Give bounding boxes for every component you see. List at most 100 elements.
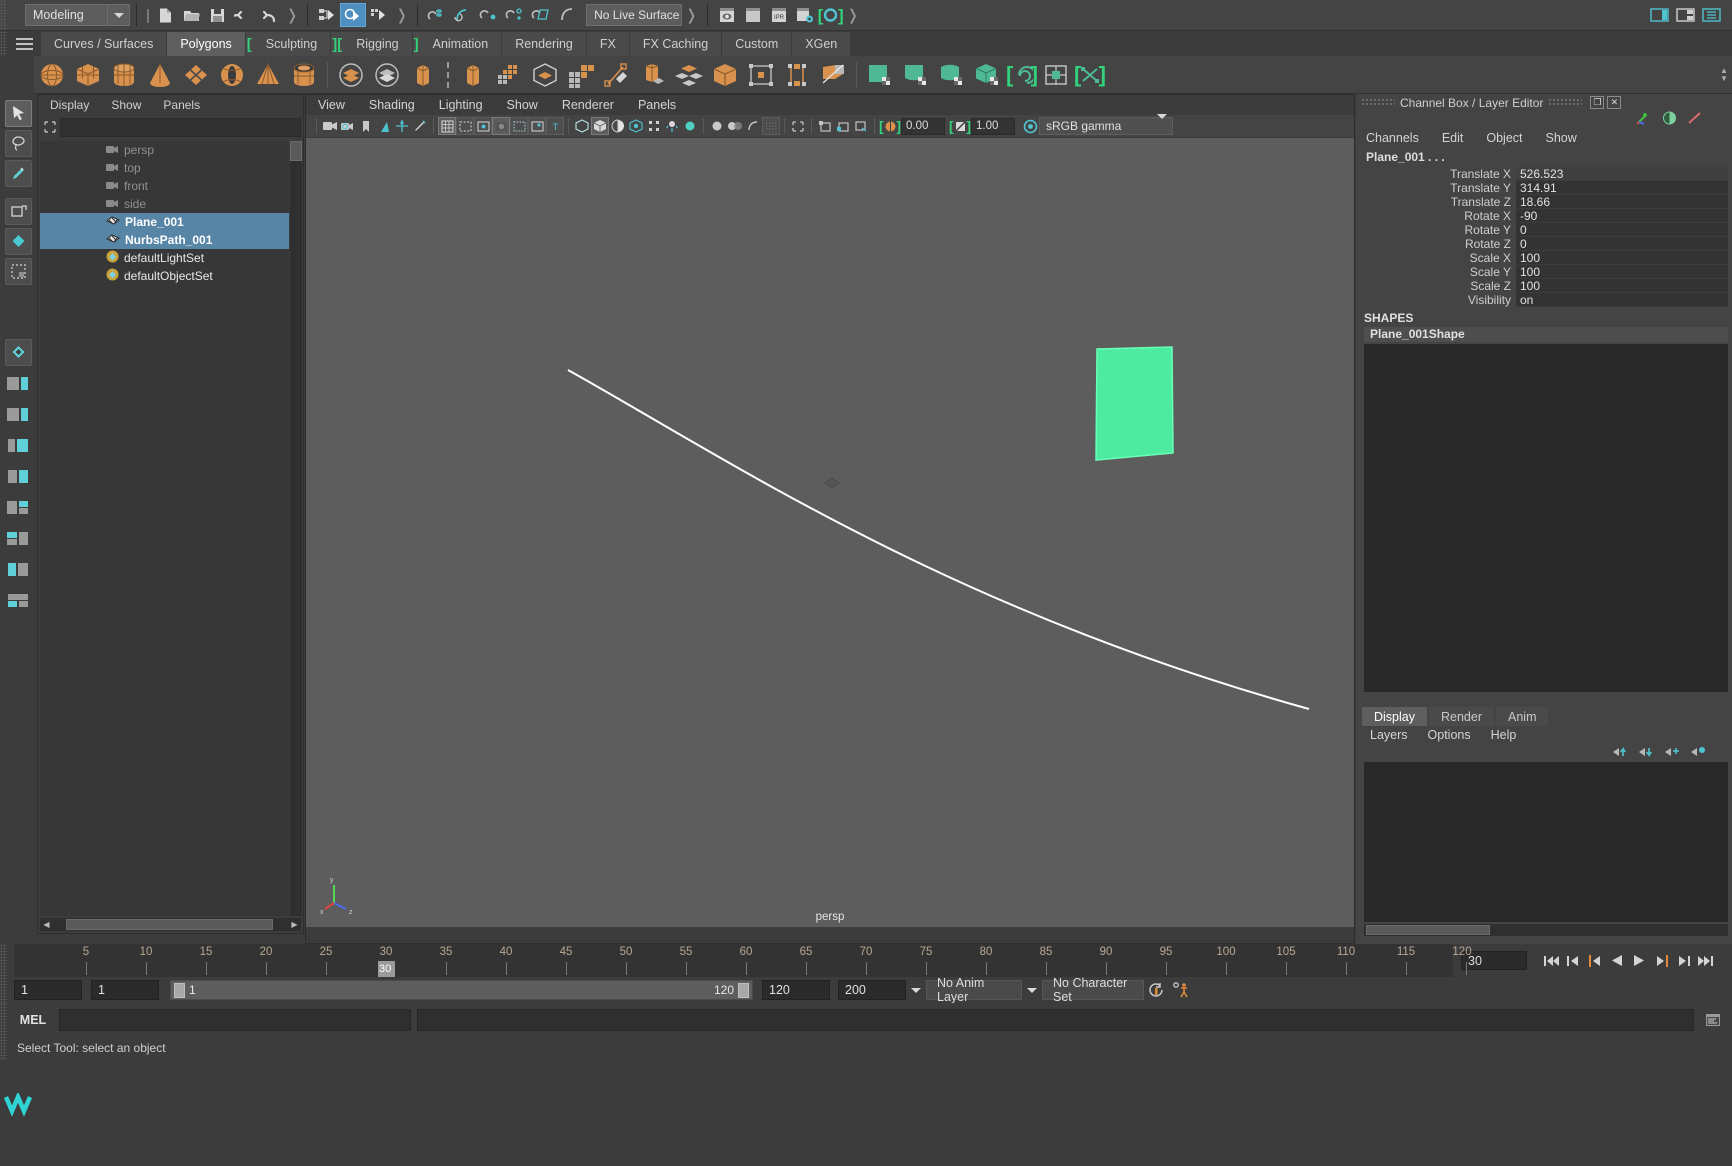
animation-start-field[interactable]: 1 [14,980,82,1000]
channel-row-scale-y[interactable]: Scale Y 100 [1356,265,1732,279]
resolution-gate-icon[interactable] [474,117,492,135]
viewport-menu-shading[interactable]: Shading [369,98,415,112]
animation-end-field[interactable]: 200 [838,980,906,1000]
outliner-item-defaultlightset[interactable]: defaultLightSet [40,249,289,267]
use-all-lights-icon[interactable] [645,117,663,135]
select-camera-icon[interactable] [321,117,339,135]
move-layer-down-icon[interactable] [1638,746,1654,761]
viewport-menu-panels[interactable]: Panels [638,98,676,112]
channel-row-visibility[interactable]: Visibility on [1356,293,1732,307]
layer-list-empty-area[interactable] [1364,762,1728,922]
smooth-proxy-icon[interactable] [527,58,563,92]
gamma-value-field[interactable]: 1.00 [971,117,1015,135]
new-layer-icon[interactable] [1690,746,1706,761]
outliner-item-front[interactable]: front [40,177,289,195]
film-origin-icon[interactable] [510,117,528,135]
poly-cone-icon[interactable] [142,58,178,92]
channel-value[interactable]: 314.91 [1516,181,1728,195]
gate-mask-icon[interactable] [492,117,510,135]
range-end-field[interactable]: 120 [762,980,830,1000]
undo-icon[interactable] [231,3,257,27]
panel-drag-dots-right[interactable] [1548,98,1583,107]
poly-pipe-icon[interactable] [286,58,322,92]
channel-box-shape-name[interactable]: Plane_001Shape [1364,327,1728,342]
snap-to-point-icon[interactable] [476,3,502,27]
outliner-horizontal-scrollbar[interactable]: ◀ ▶ [40,918,301,931]
new-scene-icon[interactable] [153,3,179,27]
uv-spherical-mapping-icon[interactable] [934,58,970,92]
step-back-keyframe-icon[interactable] [1563,950,1583,972]
poly-torus-icon[interactable] [214,58,250,92]
snap-to-view-plane-icon[interactable] [528,3,554,27]
wireframe-icon[interactable] [573,117,591,135]
uv-grid-icon[interactable] [1038,58,1074,92]
bookmark-icon[interactable] [357,117,375,135]
uv-cylindrical-mapping-icon[interactable] [898,58,934,92]
channel-row-scale-x[interactable]: Scale X 100 [1356,251,1732,265]
last-tool-icon[interactable] [4,339,32,366]
range-slider-drag-handle[interactable] [0,977,7,1003]
layer-menu-options[interactable]: Options [1428,728,1471,742]
channel-row-rotate-x[interactable]: Rotate X -90 [1356,209,1732,223]
combine-icon[interactable] [333,58,369,92]
snap-edge-icon[interactable] [834,117,852,135]
shelf-menu-icon[interactable] [7,31,41,56]
color-management-icon[interactable] [1021,117,1039,135]
menu-set-selector[interactable]: Modeling [25,4,130,26]
shade-wireframe-icon[interactable] [609,117,627,135]
make-live-icon[interactable] [554,3,580,27]
outliner-item-persp[interactable]: persp [40,141,289,159]
filter-icon[interactable] [40,118,60,136]
go-to-end-icon[interactable] [1695,950,1715,972]
layer-menu-layers[interactable]: Layers [1370,728,1408,742]
select-by-component-icon[interactable] [366,3,392,27]
wedge-face-icon[interactable] [743,58,779,92]
open-scene-icon[interactable] [179,3,205,27]
ipr-render-icon[interactable]: IPR [766,3,792,27]
viewport-menu-view[interactable]: View [318,98,345,112]
collapse-chevron-1[interactable]: ❭ [283,6,302,24]
command-line-drag-handle[interactable] [0,1003,7,1036]
outliner-item-side[interactable]: side [40,195,289,213]
viewport-menu-show[interactable]: Show [507,98,538,112]
channel-value[interactable]: 0 [1516,223,1728,237]
move-layer-up-icon[interactable] [1612,746,1628,761]
multi-cut-icon[interactable] [599,58,635,92]
poly-plane-icon[interactable] [178,58,214,92]
channel-row-scale-z[interactable]: Scale Z 100 [1356,279,1732,293]
tab-render[interactable]: Render [1429,707,1494,726]
shelf-tab-sculpting[interactable]: Sculpting [252,32,332,56]
channel-box-menu-channels[interactable]: Channels [1366,131,1419,145]
channel-value[interactable]: 100 [1516,279,1728,293]
shelf-tab-curves-surfaces[interactable]: Curves / Surfaces [41,32,168,56]
channel-row-translate-y[interactable]: Translate Y 314.91 [1356,181,1732,195]
outliner-layout-icon[interactable] [5,494,32,521]
render-current-frame-icon[interactable] [740,3,766,27]
shelf-tab-fx[interactable]: FX [586,32,630,56]
channel-row-translate-z[interactable]: Translate Z 18.66 [1356,195,1732,209]
outliner-menu-display[interactable]: Display [50,98,89,112]
three-pane-layout-icon[interactable] [5,432,32,459]
redo-icon[interactable] [257,3,283,27]
range-bar[interactable]: 1 120 [170,980,753,1000]
scale-tool-icon[interactable] [4,258,32,285]
outliner-vertical-scroll-thumb[interactable] [290,141,302,161]
chevron-down-icon[interactable] [1157,114,1167,133]
select-by-object-icon[interactable] [340,3,367,27]
render-view-icon[interactable] [714,3,740,27]
shelf-drag-handle[interactable] [0,31,7,56]
outliner-tree[interactable]: persp top front side Plane_001 NurbsPath… [40,141,289,916]
step-forward-keyframe-icon[interactable] [1673,950,1693,972]
paint-select-tool-icon[interactable] [4,160,32,187]
outliner-menu-show[interactable]: Show [111,98,141,112]
channel-box-menu-show[interactable]: Show [1546,131,1577,145]
outliner-item-nurbspath-001[interactable]: NurbsPath_001 [40,231,289,249]
extrude-icon[interactable] [405,58,441,92]
channel-value[interactable]: on [1516,293,1728,307]
poly-cube-icon[interactable] [70,58,106,92]
tab-display[interactable]: Display [1362,707,1427,726]
bevel-icon[interactable] [635,58,671,92]
hypergraph-layout-icon[interactable] [5,525,32,552]
channel-box-icon[interactable] [1636,111,1652,128]
two-pane-layout-icon[interactable] [5,401,32,428]
